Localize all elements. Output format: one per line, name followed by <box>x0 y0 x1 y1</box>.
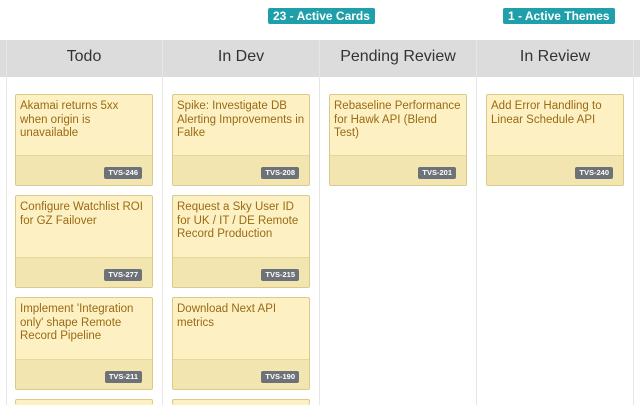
card-footer: TVS-215 <box>173 257 309 287</box>
card-partial[interactable] <box>15 399 153 405</box>
card-footer: TVS-190 <box>173 359 309 389</box>
card-footer: TVS-208 <box>173 155 309 185</box>
column-header-pending-review[interactable]: Pending Review <box>320 40 476 77</box>
column-divider <box>162 40 163 405</box>
card-footer: TVS-211 <box>16 359 152 389</box>
card-id-badge[interactable]: TVS-190 <box>261 371 299 383</box>
column-header-todo[interactable]: Todo <box>6 40 162 77</box>
card-title: Configure Watchlist ROI for GZ Failover <box>20 201 143 227</box>
card-title: Implement 'Integration only' shape Remot… <box>20 303 134 342</box>
column-header-row: Todo In Dev Pending Review In Review <box>0 40 640 77</box>
card-tvs-208[interactable]: Spike: Investigate DB Alerting Improveme… <box>172 94 310 186</box>
card-footer: TVS-201 <box>330 155 466 185</box>
card-title: Request a Sky User ID for UK / IT / DE R… <box>177 201 299 240</box>
card-title: Add Error Handling to Linear Schedule AP… <box>491 100 602 126</box>
card-tvs-201[interactable]: Rebaseline Performance for Hawk API (Ble… <box>329 94 467 186</box>
card-id-badge[interactable]: TVS-208 <box>261 167 299 179</box>
card-id-badge[interactable]: TVS-215 <box>261 269 299 281</box>
card-partial[interactable] <box>172 399 310 405</box>
column-divider <box>319 40 320 405</box>
column-divider <box>476 40 477 405</box>
card-tvs-277[interactable]: Configure Watchlist ROI for GZ Failover … <box>15 195 153 288</box>
card-title: Download Next API metrics <box>177 303 277 329</box>
column-header-in-review[interactable]: In Review <box>477 40 633 77</box>
card-tvs-246[interactable]: Akamai returns 5xx when origin is unavai… <box>15 94 153 186</box>
card-id-badge[interactable]: TVS-277 <box>104 269 142 281</box>
column-divider <box>633 40 634 405</box>
card-title: Spike: Investigate DB Alerting Improveme… <box>177 100 305 139</box>
column-header-in-dev[interactable]: In Dev <box>163 40 319 77</box>
card-id-badge[interactable]: TVS-201 <box>418 167 456 179</box>
card-tvs-190[interactable]: Download Next API metrics TVS-190 <box>172 297 310 390</box>
active-themes-badge: 1 - Active Themes <box>503 8 615 24</box>
card-title: Akamai returns 5xx when origin is unavai… <box>20 100 119 139</box>
card-title: Rebaseline Performance for Hawk API (Ble… <box>334 100 461 139</box>
card-tvs-240[interactable]: Add Error Handling to Linear Schedule AP… <box>486 94 624 186</box>
card-footer: TVS-277 <box>16 257 152 287</box>
active-cards-badge: 23 - Active Cards <box>268 8 375 24</box>
card-tvs-215[interactable]: Request a Sky User ID for UK / IT / DE R… <box>172 195 310 288</box>
card-id-badge[interactable]: TVS-240 <box>575 167 613 179</box>
card-id-badge[interactable]: TVS-246 <box>104 167 142 179</box>
card-footer: TVS-240 <box>487 155 623 185</box>
card-id-badge[interactable]: TVS-211 <box>104 371 142 383</box>
card-footer: TVS-246 <box>16 155 152 185</box>
column-divider <box>6 40 7 405</box>
board-summary-bar: 23 - Active Cards 1 - Active Themes <box>0 0 640 40</box>
card-tvs-211[interactable]: Implement 'Integration only' shape Remot… <box>15 297 153 390</box>
